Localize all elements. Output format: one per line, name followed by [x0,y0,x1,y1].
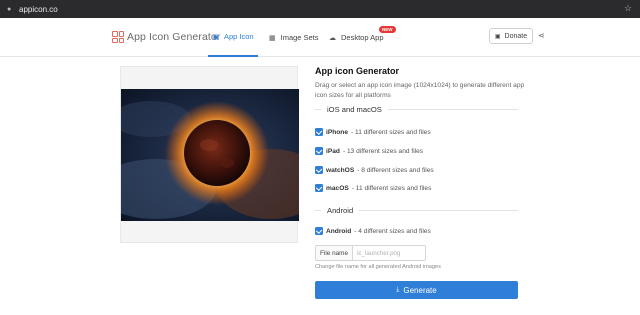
generate-label: Generate [403,285,437,295]
option-name: iPad [326,147,340,155]
tab-label: Desktop App [341,33,384,42]
file-name-group: File name [315,245,427,261]
section-ios-macos: iOS and macOS [315,105,518,114]
option-android[interactable]: Android - 4 different sizes and files [315,227,431,235]
address-bar-url[interactable]: appicon.co [19,5,58,14]
share-icon[interactable]: ⋖ [538,31,545,40]
bookmark-star-icon[interactable]: ☆ [624,3,632,14]
option-name: macOS [326,184,349,192]
grid-icon: ▦ [269,34,276,42]
cloud-icon: ☁ [329,34,336,42]
option-macos[interactable]: macOS - 11 different sizes and files [315,184,431,192]
option-detail: - 11 different sizes and files [351,184,432,192]
section-label: iOS and macOS [327,105,382,114]
watchos-checkbox[interactable] [315,166,323,174]
image-icon: ▣ [212,33,219,41]
tab-label: Image Sets [280,33,319,42]
page-title: App icon Generator [315,66,400,76]
lock-icon: ● [7,5,12,13]
option-name: iPhone [326,128,348,136]
section-android: Android [315,206,518,215]
option-detail: - 11 different sizes and files [350,128,431,136]
section-label: Android [327,206,354,215]
tab-label: App Icon [224,32,254,41]
tab-app-icon[interactable]: ▣ App Icon [208,18,258,57]
option-detail: - 13 different sizes and files [342,147,424,155]
option-iphone[interactable]: iPhone - 11 different sizes and files [315,128,431,136]
tab-desktop-app[interactable]: ☁ Desktop App [329,18,384,57]
browser-bar: ● appicon.co ☆ [0,0,640,18]
macos-checkbox[interactable] [315,184,323,192]
file-name-hint: Change file name for all generated Andro… [315,264,441,270]
logo-icon [112,31,124,43]
option-detail: - 8 different sizes and files [357,166,434,174]
ipad-checkbox[interactable] [315,147,323,155]
iphone-checkbox[interactable] [315,128,323,136]
page-description: Drag or select an app icon image (1024x1… [315,82,525,99]
option-detail: - 4 different sizes and files [354,227,431,235]
new-badge: NEW [379,26,396,33]
eclipse-preview-image [121,89,299,221]
generate-button[interactable]: ⤓ Generate [315,281,518,299]
donate-label: Donate [504,32,528,40]
file-name-input[interactable] [352,245,427,261]
donate-button[interactable]: ▣ Donate [489,28,533,44]
file-name-label: File name [315,245,353,261]
option-name: watchOS [326,166,355,174]
option-ipad[interactable]: iPad - 13 different sizes and files [315,147,423,155]
android-checkbox[interactable] [315,227,323,235]
gift-icon: ▣ [494,33,501,40]
option-name: Android [326,227,352,235]
logo-text: App Icon Generator [127,31,221,43]
image-drop-zone[interactable] [120,66,299,243]
tab-image-sets[interactable]: ▦ Image Sets [269,18,319,57]
download-icon: ⤓ [396,286,400,293]
option-watchos[interactable]: watchOS - 8 different sizes and files [315,166,434,174]
logo[interactable]: App Icon Generator [112,31,220,43]
top-navbar: App Icon Generator ▣ App Icon ▦ Image Se… [0,18,640,57]
